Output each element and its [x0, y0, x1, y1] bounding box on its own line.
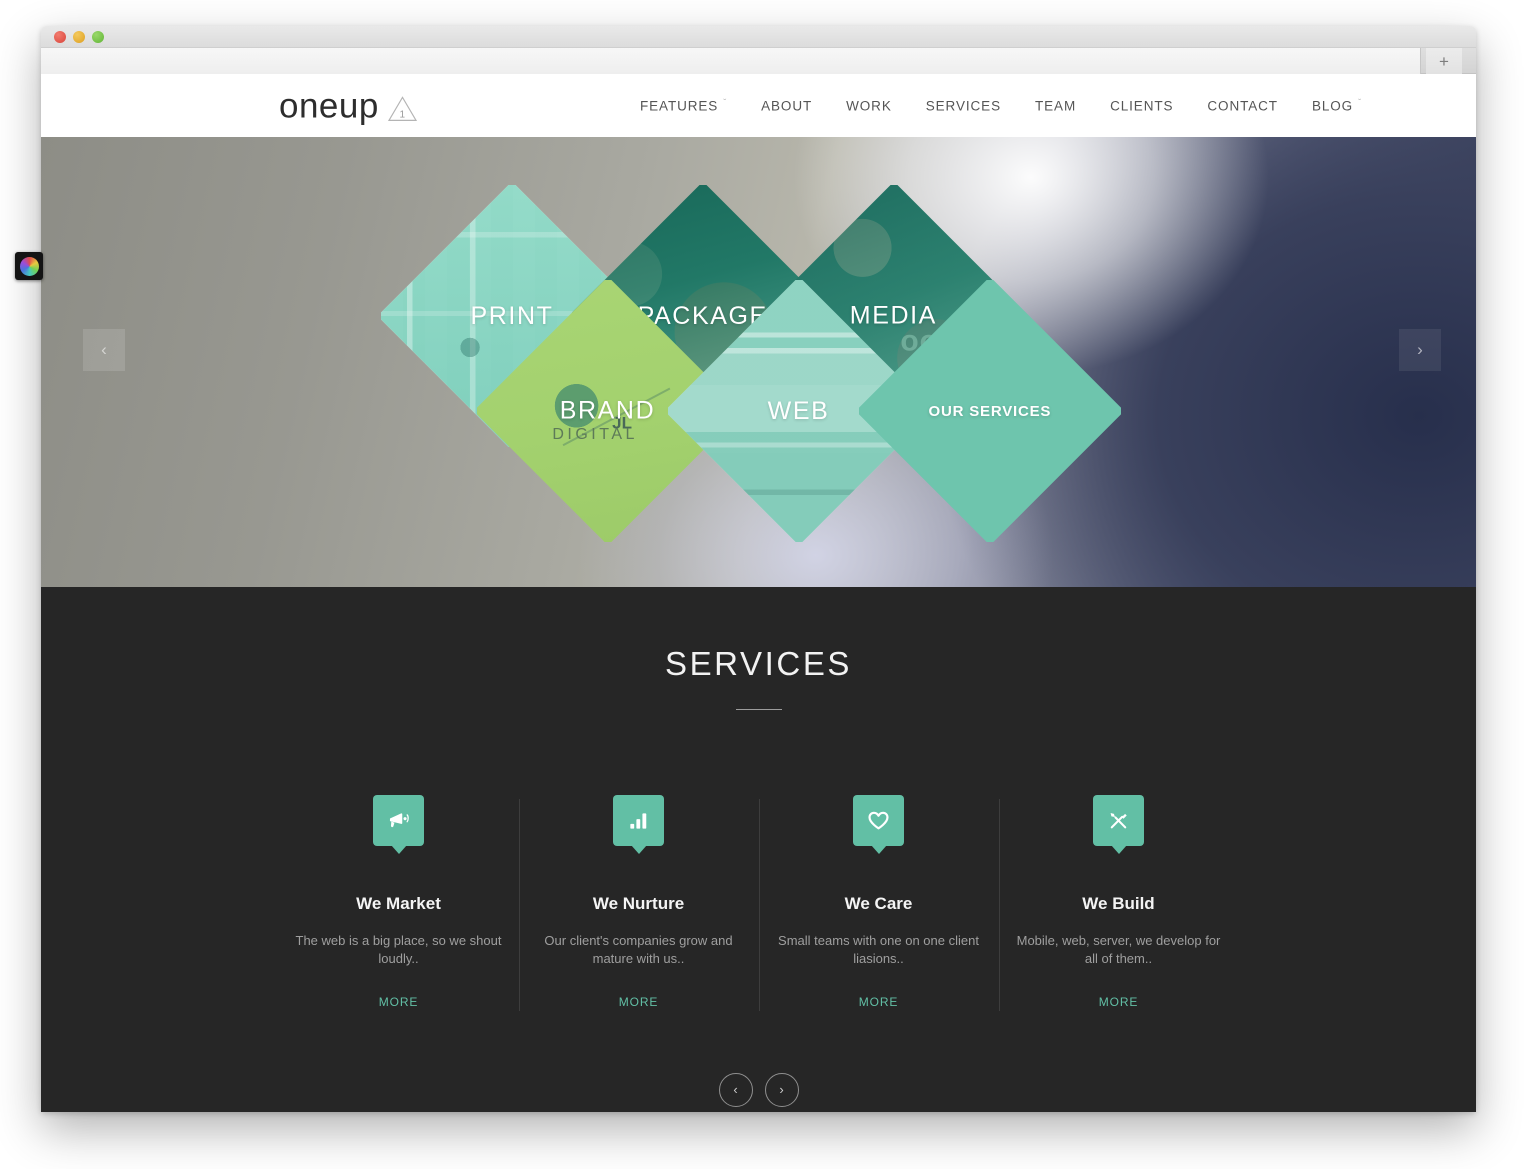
services-prev-button[interactable]: ‹ — [718, 1072, 753, 1107]
triangle-one-icon: 1 — [387, 95, 418, 122]
nav-item-services[interactable]: SERVICES — [909, 92, 1018, 119]
brand-tile-digital-mark: DIGITAL — [552, 425, 638, 443]
hero-tile-label: BRAND — [560, 396, 656, 425]
service-card-we-nurture[interactable]: We Nurture Our client's companies grow a… — [518, 795, 759, 1011]
maximize-window-button[interactable] — [92, 31, 104, 43]
service-icon-badge — [613, 795, 664, 846]
color-picker-widget[interactable] — [15, 252, 43, 280]
logo-badge-number: 1 — [399, 109, 406, 121]
service-icon-badge — [373, 795, 424, 846]
heading-divider — [735, 709, 782, 710]
page-viewport: oneup 1 FEATURES ˇ ABOUT WORK SERVICES T… — [41, 74, 1476, 1112]
service-card-more-link[interactable]: MORE — [859, 995, 899, 1009]
close-window-button[interactable] — [54, 31, 66, 43]
chevron-down-icon: ˇ — [1358, 97, 1362, 108]
nav-label: WORK — [846, 98, 892, 113]
services-next-button[interactable]: › — [764, 1072, 799, 1107]
service-card-description: Small teams with one on one client liasi… — [778, 933, 979, 967]
main-navigation: FEATURES ˇ ABOUT WORK SERVICES TEAM CLIE… — [623, 92, 1379, 119]
browser-window: + oneup 1 FEATURES ˇ ABOUT WORK SERVICES… — [41, 26, 1476, 1112]
service-card-title: We Care — [844, 894, 913, 913]
heart-icon — [866, 808, 891, 833]
site-header: oneup 1 FEATURES ˇ ABOUT WORK SERVICES T… — [41, 74, 1476, 137]
nav-item-contact[interactable]: CONTACT — [1190, 92, 1295, 119]
nav-label: ABOUT — [761, 98, 813, 113]
service-card-description: Mobile, web, server, we develop for all … — [1016, 933, 1221, 967]
services-slider-controls: ‹ › — [41, 1072, 1476, 1107]
nav-item-team[interactable]: TEAM — [1018, 92, 1093, 119]
hero-prev-button[interactable]: ‹ — [83, 329, 125, 371]
services-heading: SERVICES — [664, 645, 853, 682]
service-card-title: We Nurture — [592, 894, 685, 913]
nav-label: CLIENTS — [1110, 98, 1174, 113]
nav-item-about[interactable]: ABOUT — [744, 92, 829, 119]
service-card-title: We Market — [356, 894, 441, 913]
services-section: SERVICES We Market The web is a big plac… — [41, 587, 1476, 1112]
service-card-we-care[interactable]: We Care Small teams with one on one clie… — [758, 795, 999, 1011]
service-card-we-market[interactable]: We Market The web is a big place, so we … — [279, 795, 519, 1011]
window-controls — [54, 31, 104, 43]
chevron-down-icon: ˇ — [723, 97, 728, 108]
minimize-window-button[interactable] — [73, 31, 85, 43]
hero-tile-label: MEDIA — [850, 301, 938, 330]
hero-diamond-grid: PRINT PACKAGE oo MEDIA JL DIGITAL BRAND — [381, 185, 1121, 542]
hero-next-button[interactable]: › — [1399, 329, 1441, 371]
browser-tab-active[interactable] — [41, 48, 1421, 74]
hammer-wrench-icon — [1106, 808, 1131, 833]
services-card-list: We Market The web is a big place, so we … — [41, 795, 1476, 1011]
service-card-description: The web is a big place, so we shout loud… — [295, 933, 502, 967]
service-card-more-link[interactable]: MORE — [379, 995, 419, 1009]
new-tab-button[interactable]: + — [1426, 48, 1462, 74]
service-card-more-link[interactable]: MORE — [619, 995, 659, 1009]
nav-label: SERVICES — [925, 98, 1001, 113]
hero-tile-label: WEB — [768, 396, 830, 425]
browser-tabstrip: + — [41, 48, 1476, 74]
site-logo[interactable]: oneup 1 — [279, 85, 418, 125]
hero-slider: ‹ › PRINT PACKAGE oo MEDIA JL DIGITAL BR… — [41, 137, 1476, 587]
nav-item-blog[interactable]: BLOG ˇ — [1295, 92, 1379, 119]
hero-tile-label: PRINT — [470, 301, 554, 330]
nav-item-features[interactable]: FEATURES ˇ — [623, 92, 744, 119]
service-card-more-link[interactable]: MORE — [1099, 995, 1139, 1009]
nav-item-work[interactable]: WORK — [829, 92, 909, 119]
hero-tile-label: OUR SERVICES — [928, 402, 1052, 420]
browser-titlebar — [41, 26, 1476, 48]
nav-label: FEATURES — [640, 98, 719, 113]
service-icon-badge — [853, 795, 904, 846]
nav-label: CONTACT — [1207, 98, 1278, 113]
logo-wordmark: oneup — [279, 85, 379, 125]
service-card-title: We Build — [1082, 894, 1155, 913]
nav-label: TEAM — [1034, 98, 1077, 113]
service-card-we-build[interactable]: We Build Mobile, web, server, we develop… — [998, 795, 1239, 1011]
service-icon-badge — [1093, 795, 1144, 846]
megaphone-icon — [386, 808, 411, 833]
service-card-description: Our client's companies grow and mature w… — [544, 933, 733, 967]
bar-chart-icon — [627, 809, 650, 832]
color-wheel-icon — [19, 256, 39, 276]
nav-label: BLOG — [1311, 98, 1354, 113]
nav-item-clients[interactable]: CLIENTS — [1093, 92, 1190, 119]
